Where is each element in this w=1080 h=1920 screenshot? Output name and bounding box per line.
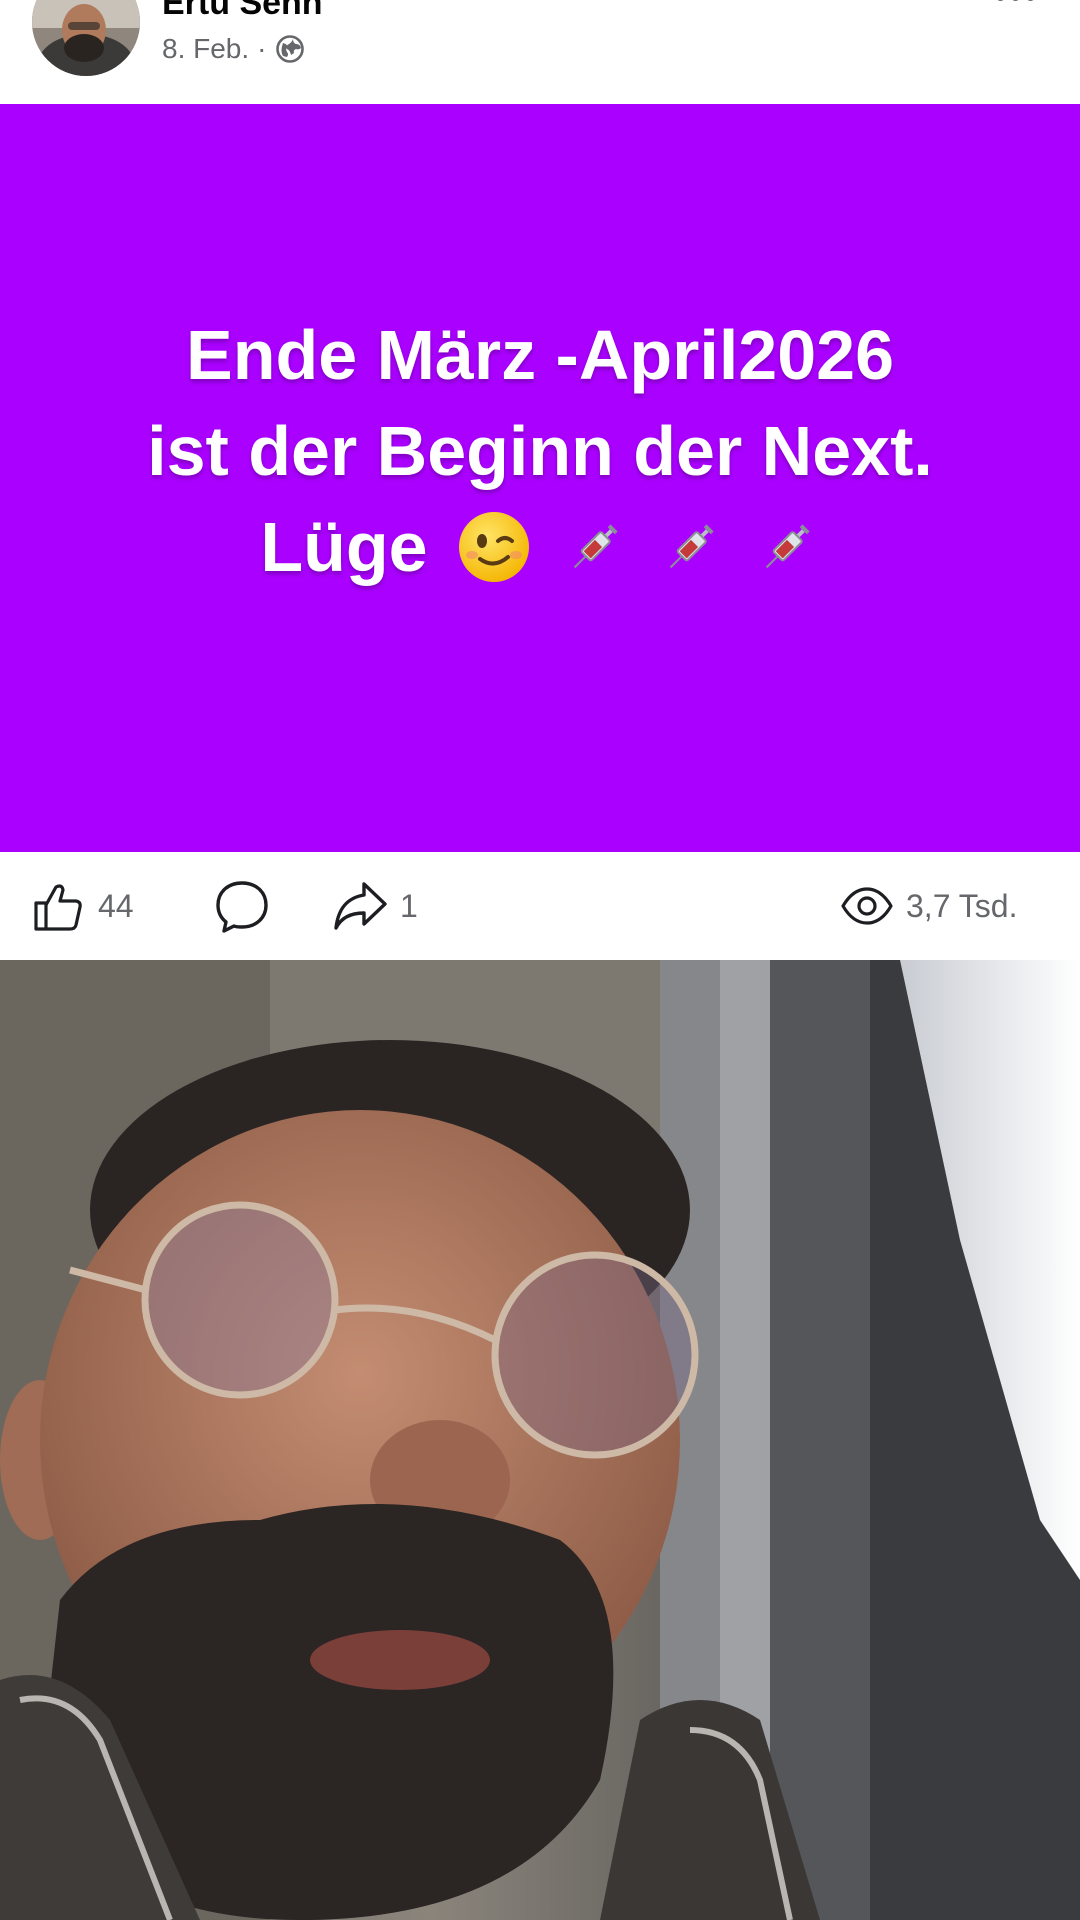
text-line-2: ist der Beginn der Next. — [147, 412, 933, 490]
text-line-1: Ende März -April2026 — [186, 316, 894, 394]
comment-icon — [216, 881, 268, 933]
view-count: 3,7 Tsd. — [906, 887, 1018, 924]
post-meta: 8. Feb. · — [162, 30, 305, 68]
more-options-button[interactable] — [990, 0, 1040, 6]
share-arrow-icon — [334, 882, 387, 930]
text-post-body: Ende März -April2026 ist der Beginn der … — [60, 307, 1020, 595]
eye-icon — [841, 887, 893, 925]
share-count: 1 — [400, 887, 418, 924]
like-count: 44 — [98, 887, 134, 924]
views-indicator: 3,7 Tsd. — [840, 852, 1017, 960]
thumbs-up-icon — [34, 884, 82, 931]
author-name[interactable]: Ertu Sehn — [162, 0, 323, 23]
avatar-photo — [32, 0, 140, 76]
text-line-3: Lüge — [60, 499, 1020, 595]
text-line-3-word: Lüge — [260, 508, 428, 586]
meta-separator: · — [257, 33, 267, 64]
like-button[interactable]: 44 — [32, 852, 134, 960]
text-post-card[interactable]: Ende März -April2026 ist der Beginn der … — [0, 104, 1080, 852]
share-button[interactable]: 1 — [332, 852, 418, 960]
winking-face-emoji — [458, 511, 529, 582]
avatar[interactable] — [32, 0, 140, 76]
post-date[interactable]: 8. Feb. — [162, 33, 249, 65]
video-thumbnail[interactable] — [0, 960, 1080, 1920]
globe-icon — [275, 35, 304, 63]
selfie-video-thumbnail — [0, 960, 1080, 1920]
syringe-emoji — [573, 523, 618, 568]
syringe-emoji — [669, 523, 714, 568]
comment-button[interactable] — [214, 852, 270, 960]
emoji-row — [456, 509, 820, 585]
post-header: Ertu Sehn 8. Feb. · — [0, 0, 1080, 102]
reaction-bar: 44 1 3,7 Tsd. — [0, 852, 1080, 960]
syringe-emoji — [765, 523, 810, 568]
more-horizontal-icon — [995, 0, 1005, 1]
